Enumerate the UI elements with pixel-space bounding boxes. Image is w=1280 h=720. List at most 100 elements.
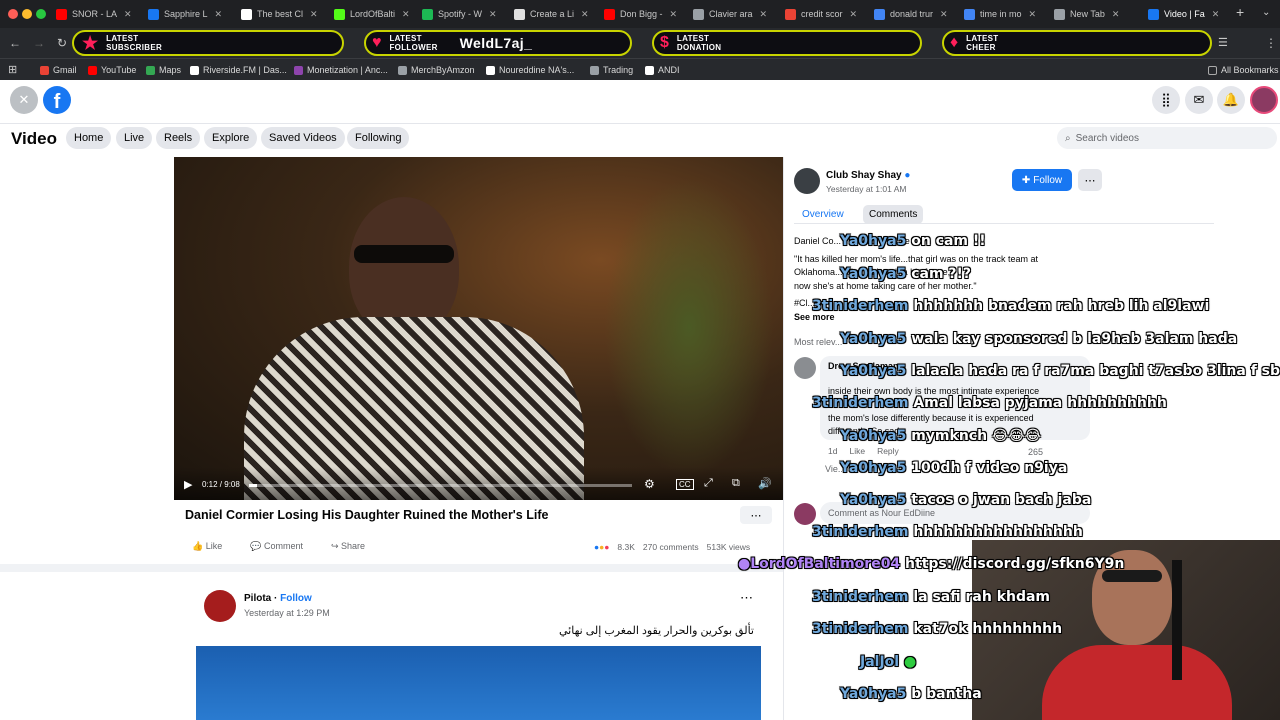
- browser-tab[interactable]: New Tab ✕: [1054, 5, 1140, 23]
- browser-tab[interactable]: credit scor ✕: [785, 5, 871, 23]
- tab-close-icon[interactable]: ✕: [940, 9, 948, 20]
- bookmark-item[interactable]: Maps: [146, 65, 181, 75]
- post-image[interactable]: [196, 646, 761, 720]
- tab-favicon-icon: [1148, 8, 1159, 20]
- tab-close-icon[interactable]: ✕: [124, 9, 132, 20]
- tab-overview[interactable]: Overview: [802, 209, 844, 220]
- tab-close-icon[interactable]: ✕: [670, 9, 678, 20]
- nav-tab-following[interactable]: Following: [347, 127, 410, 149]
- video-progress-track[interactable]: [249, 484, 632, 487]
- tab-close-icon[interactable]: ✕: [581, 9, 589, 20]
- like-button[interactable]: 👍 Like: [192, 541, 222, 552]
- browser-tab[interactable]: SNOR - LA ✕: [56, 5, 142, 23]
- browser-tab[interactable]: time in mo ✕: [964, 5, 1050, 23]
- menu-grid-icon[interactable]: ⣿: [1152, 86, 1180, 114]
- close-window-dot[interactable]: [8, 9, 18, 19]
- browser-tab[interactable]: Don Bigg - ✕: [604, 5, 690, 23]
- browser-tab[interactable]: Create a Li ✕: [514, 5, 600, 23]
- bookmark-item[interactable]: Riverside.FM | Das...: [190, 65, 287, 75]
- browser-tab[interactable]: Sapphire L ✕: [148, 5, 234, 23]
- search-videos-box[interactable]: ⌕ Search videos: [1057, 127, 1277, 149]
- browser-tab[interactable]: The best Cl ✕: [241, 5, 327, 23]
- tab-search-icon[interactable]: ⌄: [1262, 7, 1270, 18]
- nav-tab-home[interactable]: Home: [66, 127, 112, 149]
- miniplayer-icon[interactable]: ⧉: [732, 477, 740, 490]
- browser-tab-strip: SNOR - LA ✕ Sapphire L ✕ The best Cl ✕ LordOfB…: [0, 0, 1280, 28]
- share-button[interactable]: ↪ Share: [331, 541, 365, 552]
- browser-tab[interactable]: Clavier ara ✕: [693, 5, 779, 23]
- tab-close-icon[interactable]: ✕: [310, 9, 318, 20]
- fullscreen-icon[interactable]: ⤢: [704, 477, 713, 490]
- tab-close-icon[interactable]: ✕: [489, 9, 497, 20]
- volume-icon[interactable]: 🔊: [758, 477, 772, 490]
- tab-close-icon[interactable]: ✕: [215, 9, 223, 20]
- more-options-icon[interactable]: ⋮: [1265, 36, 1277, 50]
- tab-label: Sapphire L: [164, 9, 208, 19]
- tab-comments[interactable]: Comments: [863, 205, 924, 224]
- tab-close-icon[interactable]: ✕: [1212, 9, 1220, 20]
- play-icon[interactable]: ▶: [184, 478, 192, 491]
- apps-grid-icon[interactable]: ⊞: [8, 63, 17, 76]
- post-author-avatar[interactable]: [204, 590, 236, 622]
- minimize-window-dot[interactable]: [22, 9, 32, 19]
- side-more-button[interactable]: ⋯: [1078, 169, 1102, 191]
- browser-tab[interactable]: Spotify - W ✕: [422, 5, 508, 23]
- chat-username: Ya0hya5: [840, 266, 907, 282]
- browser-tab[interactable]: donald trur ✕: [874, 5, 960, 23]
- messenger-icon[interactable]: ✉: [1185, 86, 1213, 114]
- bookmark-item[interactable]: YouTube: [88, 65, 136, 75]
- browser-tab[interactable]: LordOfBalti ✕: [334, 5, 420, 23]
- overlay-title: FOLLOWER: [389, 43, 438, 52]
- nav-tab-reels[interactable]: Reels: [156, 127, 201, 149]
- page-avatar[interactable]: [794, 168, 820, 194]
- comment-reply-button[interactable]: Reply: [877, 446, 899, 456]
- tab-close-icon[interactable]: ✕: [850, 9, 858, 20]
- page-title: Video: [11, 129, 57, 148]
- captions-icon[interactable]: CC: [676, 479, 694, 490]
- reload-icon[interactable]: ↻: [57, 36, 67, 50]
- browser-tab[interactable]: Video | Fa ✕: [1148, 5, 1234, 23]
- tab-close-icon[interactable]: ✕: [760, 9, 768, 20]
- bookmark-item[interactable]: Noureddine NA's...: [486, 65, 574, 75]
- video-more-button[interactable]: ⋯: [740, 506, 772, 524]
- bookmark-item[interactable]: Trading: [590, 65, 633, 75]
- facebook-logo[interactable]: f: [43, 86, 71, 114]
- bookmark-item[interactable]: Gmail: [40, 65, 77, 75]
- settings-gear-icon[interactable]: ⚙: [644, 477, 655, 491]
- all-bookmarks[interactable]: All Bookmarks: [1208, 65, 1279, 75]
- new-tab-button[interactable]: +: [1236, 4, 1244, 20]
- search-input[interactable]: Search videos: [1076, 133, 1139, 144]
- bookmark-label: Gmail: [53, 65, 77, 75]
- comment-like-button[interactable]: Like: [849, 446, 865, 456]
- notifications-bell-icon[interactable]: 🔔: [1217, 86, 1245, 114]
- nav-tab-live[interactable]: Live: [116, 127, 153, 149]
- follow-button[interactable]: ✚ Follow: [1012, 169, 1072, 191]
- user-avatar[interactable]: [1250, 86, 1278, 114]
- nav-tab-explore[interactable]: Explore: [204, 127, 258, 149]
- post-more-icon[interactable]: ⋯: [740, 590, 753, 606]
- tab-close-icon[interactable]: ✕: [1112, 9, 1120, 20]
- menu-list-icon[interactable]: ☰: [1218, 36, 1228, 49]
- reactions-count[interactable]: 8.3K: [617, 542, 635, 552]
- bookmark-item[interactable]: ANDI: [645, 65, 680, 75]
- chat-text: lalaala hada ra f ra7ma baghi t7asbo 3li…: [911, 363, 1280, 379]
- page-name[interactable]: Club Shay Shay ●: [826, 170, 910, 181]
- post-author-name[interactable]: Pilota · Follow: [244, 593, 312, 604]
- video-player[interactable]: ▶ 0:12 / 9:08 ⚙ CC ⤢ ⧉ 🔊: [174, 157, 783, 500]
- maximize-window-dot[interactable]: [36, 9, 46, 19]
- back-arrow-icon[interactable]: ←: [9, 36, 21, 50]
- bookmark-item[interactable]: Monetization | Anc...: [294, 65, 388, 75]
- reactions-icon: ●●●: [594, 542, 610, 552]
- tab-close-icon[interactable]: ✕: [402, 9, 410, 20]
- nav-tab-saved-videos[interactable]: Saved Videos: [261, 127, 345, 149]
- commenter-avatar[interactable]: [794, 357, 816, 379]
- close-icon[interactable]: ✕: [10, 86, 38, 114]
- tab-close-icon[interactable]: ✕: [1029, 9, 1037, 20]
- post-follow-link[interactable]: Follow: [280, 593, 312, 604]
- comment-sort[interactable]: Most relev...: [794, 337, 842, 347]
- comment-button[interactable]: 💬 Comment: [250, 541, 303, 552]
- comments-count[interactable]: 270 comments: [643, 542, 699, 552]
- chat-message: Ya0hya5 tacos o jwan bach jaba: [840, 492, 1091, 508]
- bookmark-item[interactable]: MerchByAmzon: [398, 65, 475, 75]
- forward-arrow-icon[interactable]: →: [33, 36, 45, 50]
